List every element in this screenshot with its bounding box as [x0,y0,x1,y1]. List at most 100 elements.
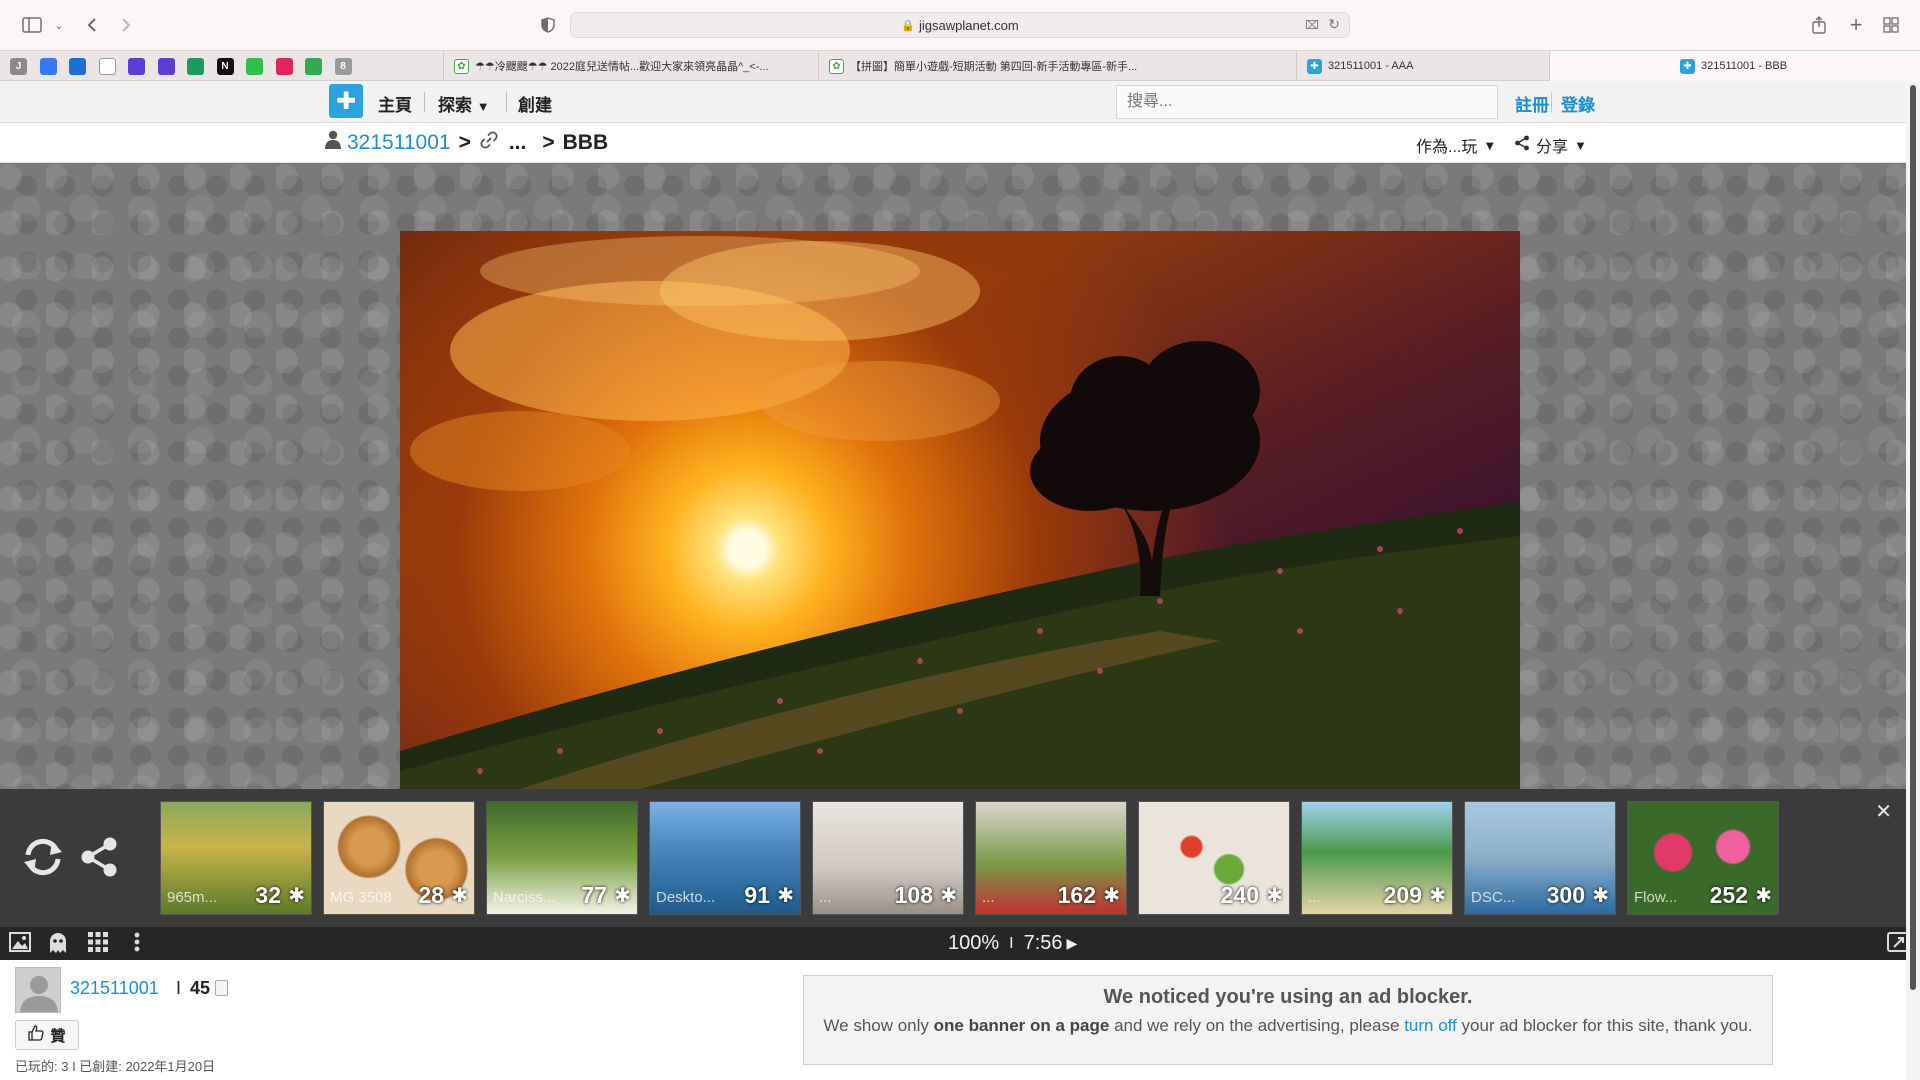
author-puzzle-count: 45 [190,978,229,999]
puzzle-piece-icon: ✱ [451,885,468,907]
translate-icon[interactable]: ⌧ [1305,18,1319,32]
forward-icon[interactable] [116,13,136,37]
related-puzzle-thumb[interactable]: ... 162 ✱ [975,801,1127,915]
lock-icon: 🔒 [901,19,915,32]
adblock-text: your ad blocker for this site, thank you… [1456,1016,1753,1035]
share-label: 分享 [1536,139,1569,156]
author-link[interactable]: 321511001 [70,978,159,999]
like-button[interactable]: 贊 [15,1020,79,1050]
ghost-image-icon[interactable] [48,932,68,960]
privacy-shield-icon[interactable] [538,13,558,37]
bookmark-favicon-icon[interactable] [128,58,145,75]
bookmark-favicon-icon[interactable] [98,58,116,75]
zoom-level: 100% [948,932,1000,954]
tab-favicon-icon: ✿ [829,58,844,74]
bookmark-favicon-icon[interactable] [187,58,204,75]
thumb-title: ... [819,889,832,906]
puzzle-toolbar: 100% I 7:56 ▶ [0,927,1909,960]
tab-4-active[interactable]: ✚ 321511001 - BBB [1549,51,1920,81]
puzzle-piece-icon: ✱ [940,885,957,907]
related-puzzle-thumb[interactable]: ... 108 ✱ [812,801,964,915]
thumb-title: Flow... [1634,889,1678,906]
puzzle-image[interactable] [400,231,1520,789]
login-link[interactable]: 登錄 [1561,91,1595,116]
play-as-dropdown[interactable]: 作為...玩 ▼ [1416,133,1496,157]
browser-titlebar: ⌄ 🔒 jigsawplanet.com ⌧ ↻ + [0,0,1920,50]
breadcrumb-separator: > [542,131,555,154]
nav-explore[interactable]: 探索 ▼ [438,91,490,116]
play-pause-icon[interactable]: ▶ [1067,935,1078,952]
share-strip-icon[interactable] [80,837,118,877]
author-avatar[interactable] [15,967,61,1013]
author-separator: I [176,978,182,998]
user-icon [325,130,341,156]
bookmark-favicon-icon[interactable] [246,58,263,75]
thumb-title: Narciss... [493,889,556,906]
nav-create[interactable]: 創建 [518,91,552,116]
related-puzzles-strip: 965m... 32 ✱ MG 3508 28 ✱ Narciss... 77 ✱ Deskto.… [0,789,1906,927]
more-options-icon[interactable] [134,932,140,958]
share-dropdown[interactable]: 分享 ▼ [1514,133,1587,157]
tab-1[interactable]: ✿ ☂☂冷颼颼☂☂ 2022庭兒送情帖...歡迎大家來領亮晶晶^_<-... [443,51,806,81]
share-browser-icon[interactable] [1808,13,1830,37]
thumb-title: MG 3508 [330,889,392,906]
bookmark-favicon-icon[interactable] [69,58,86,75]
nav-home[interactable]: 主頁 [378,91,412,116]
breadcrumb: 321511001 > ... > BBB [325,130,608,156]
back-icon[interactable] [82,13,102,37]
adblock-title: We noticed you're using an ad blocker. [1103,986,1473,1008]
tab-favicon-icon: ✚ [1307,58,1322,74]
register-link[interactable]: 註冊 [1515,91,1549,116]
breadcrumb-separator: > [458,131,471,154]
chevron-down-icon: ▼ [476,99,490,114]
tab-overview-icon[interactable] [1880,13,1902,37]
related-puzzle-thumb[interactable]: 240 ✱ [1138,801,1290,915]
related-puzzle-thumb[interactable]: ... 209 ✱ [1301,801,1453,915]
related-puzzle-thumb[interactable]: Narciss... 77 ✱ [486,801,638,915]
bookmark-favicon-icon[interactable]: J [10,58,27,75]
thumb-title: ... [1308,889,1321,906]
thumb-piece-count: 240 [1220,882,1259,908]
arrange-pieces-icon[interactable] [88,932,108,958]
refresh-icon[interactable] [22,837,64,877]
preview-image-icon[interactable] [9,932,31,958]
scrollbar-thumb[interactable] [1910,85,1916,990]
bookmark-favicon-icon[interactable] [275,58,293,75]
tab-title: ☂☂冷颼颼☂☂ 2022庭兒送情帖...歡迎大家來領亮晶晶^_<-... [475,61,769,73]
tab-title: 【拼圖】簡單小遊戲-短期活動 第四回-新手活動專區-新手... [850,61,1138,73]
sidebar-toggle-icon[interactable] [20,13,44,37]
page-scrollbar[interactable] [1906,81,1920,1080]
tab-2[interactable]: ✿ 【拼圖】簡單小遊戲-短期活動 第四回-新手活動專區-新手... [818,51,1181,81]
turn-off-adblock-link[interactable]: turn off [1404,1016,1457,1035]
breadcrumb-ellipsis[interactable]: ... [509,131,527,155]
breadcrumb-title: BBB [562,131,609,154]
bookmark-favicon-icon[interactable]: N [216,58,234,75]
close-strip-icon[interactable]: ✕ [1875,799,1892,824]
bookmark-favicon-icon[interactable]: 8 [334,58,352,75]
thumb-piece-count: 91 [744,882,770,908]
address-bar[interactable]: 🔒 jigsawplanet.com ⌧ ↻ [570,12,1350,38]
author-count-value: 45 [190,978,211,998]
puzzle-play-area[interactable] [0,163,1906,789]
breadcrumb-user-link[interactable]: 321511001 [347,131,451,155]
tab-3[interactable]: ✚ 321511001 - AAA [1296,51,1549,81]
sidebar-menu-chevron-icon[interactable]: ⌄ [52,13,66,37]
search-input[interactable] [1116,85,1498,119]
jigsawplanet-logo-icon[interactable]: ✚ [329,84,363,118]
bookmark-favicon-icon[interactable] [157,58,175,75]
related-puzzle-thumb[interactable]: 965m... 32 ✱ [160,801,312,915]
bookmark-favicon-icon[interactable] [39,58,57,75]
puzzle-piece-icon: ✱ [1429,885,1446,907]
tab-favicon-icon: ✚ [1680,58,1695,74]
piece-count-icon [215,980,229,996]
related-puzzle-thumb[interactable]: MG 3508 28 ✱ [323,801,475,915]
chevron-down-icon: ▼ [1574,137,1587,153]
related-puzzle-thumb[interactable]: Deskto... 91 ✱ [649,801,801,915]
bookmark-favicon-icon[interactable] [305,58,322,75]
related-puzzle-thumb[interactable]: Flow... 252 ✱ [1627,801,1779,915]
related-puzzle-thumb[interactable]: DSC... 300 ✱ [1464,801,1616,915]
new-tab-icon[interactable]: + [1845,12,1867,37]
link-icon[interactable] [479,130,499,156]
reload-icon[interactable]: ↻ [1328,16,1340,33]
puzzle-piece-icon: ✱ [1266,885,1283,907]
